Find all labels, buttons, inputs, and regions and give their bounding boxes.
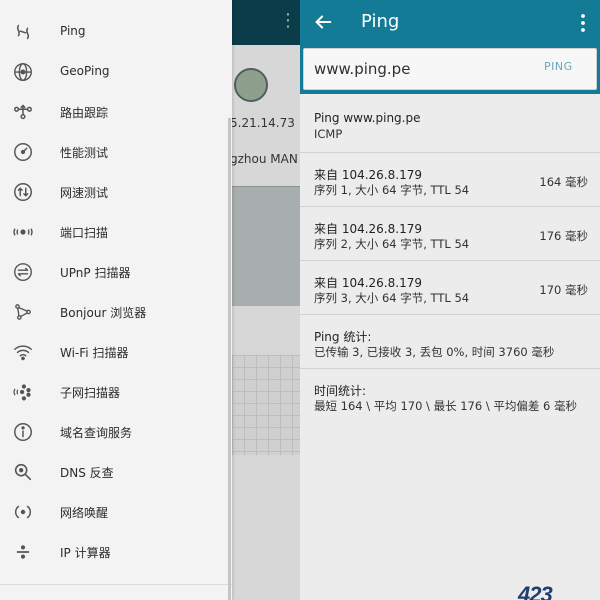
reply-time: 176 毫秒 xyxy=(539,229,588,243)
drawer-item-label: IP 计算器 xyxy=(60,546,111,560)
drawer-item-label: 性能测试 xyxy=(60,146,109,160)
drawer-item-speed-test[interactable]: 网速测试 xyxy=(0,172,228,212)
drawer-item-dns-lookup[interactable]: DNS 反查 xyxy=(0,452,228,492)
drawer-item-label: UPnP 扫描器 xyxy=(60,266,131,280)
reply-time: 170 毫秒 xyxy=(539,283,588,297)
speedometer-icon xyxy=(12,141,34,163)
app-bar: Ping xyxy=(300,0,600,45)
drawer-item-label: 网络唤醒 xyxy=(60,506,109,520)
port-scan-icon xyxy=(12,221,34,243)
drawer-scrollbar[interactable] xyxy=(228,118,231,600)
drawer-item-bonjour[interactable]: Bonjour 浏览器 xyxy=(0,292,228,332)
reply-detail: 序列 1, 大小 64 字节, TTL 54 xyxy=(314,183,470,197)
ping-stats-title: Ping 统计: xyxy=(314,330,372,344)
host-input[interactable] xyxy=(314,58,524,80)
drawer-divider xyxy=(0,584,232,585)
ping-button[interactable]: PING xyxy=(544,60,573,73)
background-isp-text: gzhou MAN xyxy=(230,152,298,166)
drawer-item-label: 子网扫描器 xyxy=(60,386,121,400)
upnp-icon xyxy=(12,261,34,283)
updown-arrows-icon xyxy=(12,181,34,203)
background-chart xyxy=(232,186,300,306)
reply-detail: 序列 2, 大小 64 字节, TTL 54 xyxy=(314,237,470,251)
background-more-icon: ⋮ xyxy=(279,10,297,31)
arrow-left-icon[interactable] xyxy=(312,11,334,33)
background-ip-text: 5.21.14.73 xyxy=(230,116,295,130)
drawer-item-label: GeoPing xyxy=(60,64,110,78)
drawer-item-geoping[interactable]: GeoPing xyxy=(0,52,228,92)
reply-row: 来自 104.26.8.179 序列 3, 大小 64 字节, TTL 54 1… xyxy=(300,261,600,315)
drawer-item-label: 域名查询服务 xyxy=(60,426,133,440)
dns-search-icon xyxy=(12,461,34,483)
whois-icon xyxy=(12,421,34,443)
drawer-item-port-scan[interactable]: 端口扫描 xyxy=(0,212,228,252)
drawer-item-performance-test[interactable]: 性能测试 xyxy=(0,132,228,172)
wifi-icon xyxy=(12,341,34,363)
reply-source: 来自 104.26.8.179 xyxy=(314,222,422,236)
drawer-item-ping[interactable]: Ping xyxy=(0,12,228,52)
left-panel: ⋮ 5.21.14.73 gzhou MAN Ping GeoPing 路由跟踪… xyxy=(0,0,300,600)
ping-protocol: ICMP xyxy=(314,127,343,141)
reply-detail: 序列 3, 大小 64 字节, TTL 54 xyxy=(314,291,470,305)
drawer-item-label: Bonjour 浏览器 xyxy=(60,306,147,320)
drawer-item-traceroute[interactable]: 路由跟踪 xyxy=(0,92,228,132)
drawer-item-ip-calculator[interactable]: IP 计算器 xyxy=(0,532,228,572)
reply-source: 来自 104.26.8.179 xyxy=(314,276,422,290)
result-header: Ping www.ping.pe ICMP xyxy=(300,95,600,153)
reply-row: 来自 104.26.8.179 序列 1, 大小 64 字节, TTL 54 1… xyxy=(300,153,600,207)
reply-source: 来自 104.26.8.179 xyxy=(314,168,422,182)
subnet-icon xyxy=(12,381,34,403)
drawer-item-upnp[interactable]: UPnP 扫描器 xyxy=(0,252,228,292)
traceroute-icon xyxy=(12,101,34,123)
drawer-item-label: Wi-Fi 扫描器 xyxy=(60,346,129,360)
ping-stats-text: 已传输 3, 已接收 3, 丢包 0%, 时间 3760 毫秒 xyxy=(314,345,555,359)
calculator-icon xyxy=(12,541,34,563)
site-logo-watermark: 423 xyxy=(518,582,553,600)
drawer-item-wake-on-lan[interactable]: 网络唤醒 xyxy=(0,492,228,532)
navigation-drawer: Ping GeoPing 路由跟踪 性能测试 网速测试 端口扫描 UPnP 扫描… xyxy=(0,0,232,600)
time-stats-text: 最短 164 \ 平均 170 \ 最长 176 \ 平均偏差 6 毫秒 xyxy=(314,399,577,413)
bonjour-icon xyxy=(12,301,34,323)
ping-screen: Ping Ping www.ping.pe ICMP 来自 104.26.8.1… xyxy=(300,0,600,600)
more-vert-icon[interactable] xyxy=(576,12,590,34)
drawer-item-label: 网速测试 xyxy=(60,186,109,200)
drawer-item-label: DNS 反查 xyxy=(60,466,114,480)
ping-statistics: Ping 统计: 已传输 3, 已接收 3, 丢包 0%, 时间 3760 毫秒 xyxy=(300,315,600,369)
time-statistics: 时间统计: 最短 164 \ 平均 170 \ 最长 176 \ 平均偏差 6 … xyxy=(300,369,600,423)
drawer-item-wifi-scanner[interactable]: Wi-Fi 扫描器 xyxy=(0,332,228,372)
ping-icon xyxy=(12,21,34,43)
geoping-icon xyxy=(12,61,34,83)
time-stats-title: 时间统计: xyxy=(314,384,367,398)
drawer-item-label: Ping xyxy=(60,24,86,38)
ping-target-title: Ping www.ping.pe xyxy=(314,111,421,125)
drawer-item-label: 端口扫描 xyxy=(60,226,109,240)
host-input-card: PING xyxy=(303,48,597,90)
globe-icon xyxy=(234,68,268,102)
drawer-item-label: 路由跟踪 xyxy=(60,106,109,120)
reply-time: 164 毫秒 xyxy=(539,175,588,189)
reply-row: 来自 104.26.8.179 序列 2, 大小 64 字节, TTL 54 1… xyxy=(300,207,600,261)
background-map-grid xyxy=(232,355,300,455)
wake-on-lan-icon xyxy=(12,501,34,523)
page-title: Ping xyxy=(361,11,400,32)
drawer-item-whois[interactable]: 域名查询服务 xyxy=(0,412,228,452)
drawer-item-subnet-scanner[interactable]: 子网扫描器 xyxy=(0,372,228,412)
